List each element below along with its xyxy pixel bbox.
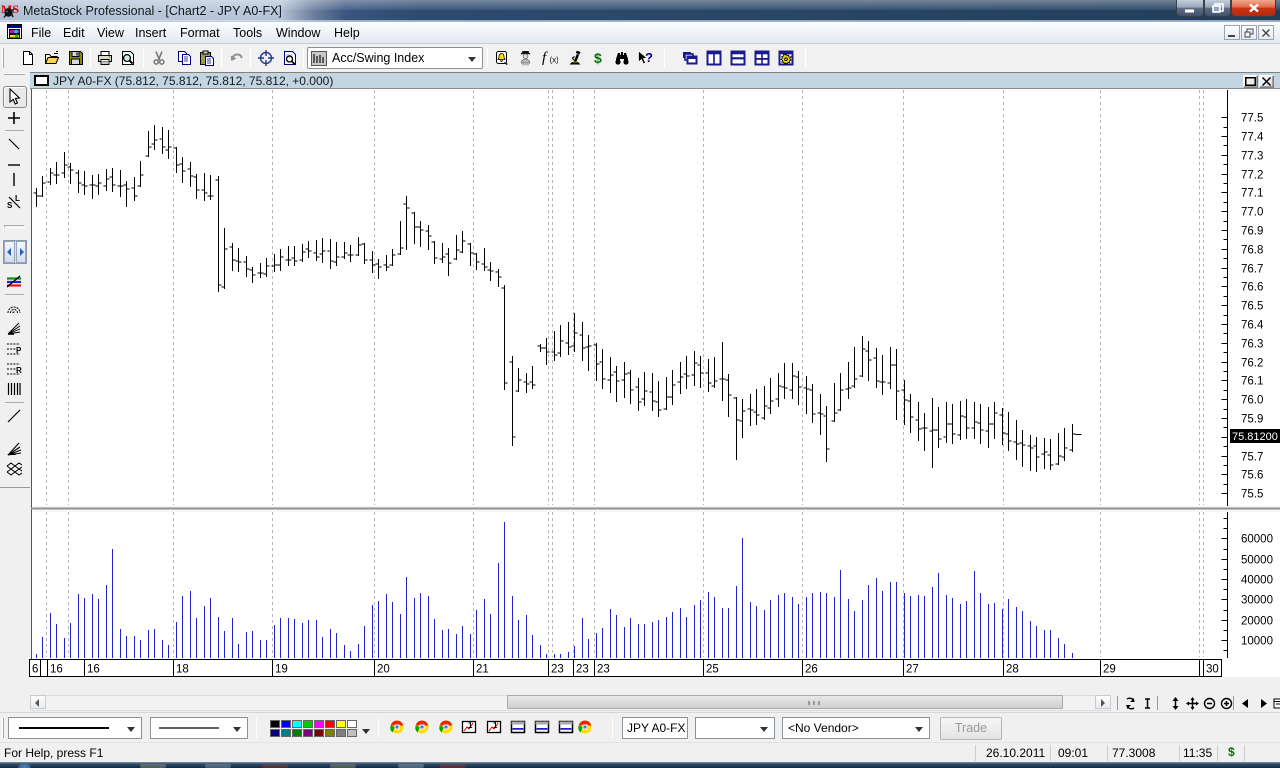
svg-text:77.4: 77.4	[1241, 132, 1264, 144]
svg-text:$: $	[594, 50, 602, 66]
svg-text:76.1: 76.1	[1241, 376, 1263, 388]
svg-text:77.1: 77.1	[1241, 188, 1263, 200]
svg-text:76.0: 76.0	[1241, 395, 1263, 407]
svg-text:77.2: 77.2	[1241, 170, 1263, 182]
svg-text:30: 30	[1206, 664, 1219, 676]
svg-text:(x): (x)	[550, 56, 559, 65]
svg-text:6: 6	[32, 664, 38, 676]
svg-text:f: f	[542, 50, 548, 66]
svg-text:30000: 30000	[1241, 595, 1273, 607]
svg-text:19: 19	[275, 664, 288, 676]
svg-text:77.5: 77.5	[1241, 113, 1263, 125]
svg-text:50000: 50000	[1241, 555, 1273, 567]
svg-text:76.2: 76.2	[1241, 358, 1263, 370]
svg-text:?: ?	[645, 50, 653, 65]
svg-text:21: 21	[476, 664, 489, 676]
svg-text:20: 20	[377, 664, 390, 676]
svg-text:77.3: 77.3	[1241, 151, 1263, 163]
svg-text:23: 23	[597, 664, 610, 676]
svg-text:28: 28	[1006, 664, 1019, 676]
svg-text:29: 29	[1103, 664, 1116, 676]
svg-text:75.5: 75.5	[1241, 489, 1263, 501]
svg-text:1: 1	[468, 721, 473, 730]
svg-text:10000: 10000	[1241, 636, 1273, 648]
svg-text:40000: 40000	[1241, 575, 1273, 587]
svg-text:16: 16	[87, 664, 100, 676]
svg-text:75.9: 75.9	[1241, 414, 1263, 426]
svg-text:60000: 60000	[1241, 534, 1273, 546]
svg-text:76.3: 76.3	[1241, 339, 1263, 351]
svg-text:76.6: 76.6	[1241, 282, 1263, 294]
svg-text:75.81200: 75.81200	[1232, 431, 1278, 443]
svg-text:76.7: 76.7	[1241, 264, 1263, 276]
svg-text:76.4: 76.4	[1241, 320, 1264, 332]
svg-text:26: 26	[805, 664, 818, 676]
svg-text:23: 23	[576, 664, 589, 676]
svg-text:27: 27	[906, 664, 919, 676]
svg-text:16: 16	[50, 664, 63, 676]
svg-text:1: 1	[493, 721, 498, 730]
svg-text:23: 23	[551, 664, 564, 676]
svg-text:18: 18	[176, 664, 189, 676]
svg-text:20000: 20000	[1241, 616, 1273, 628]
svg-text:25: 25	[706, 664, 719, 676]
svg-text:77.0: 77.0	[1241, 207, 1263, 219]
svg-text:76.8: 76.8	[1241, 245, 1263, 257]
svg-text:76.5: 76.5	[1241, 301, 1263, 313]
svg-text:76.9: 76.9	[1241, 226, 1263, 238]
svg-text:75.7: 75.7	[1241, 452, 1263, 464]
svg-text:75.6: 75.6	[1241, 470, 1263, 482]
